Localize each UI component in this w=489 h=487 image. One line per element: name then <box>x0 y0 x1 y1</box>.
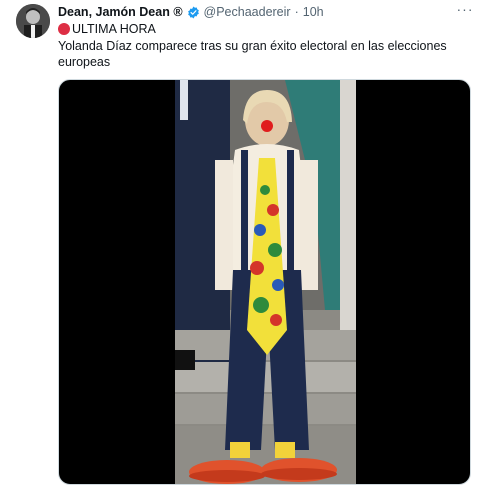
tweet-media[interactable] <box>58 79 471 485</box>
tweet-card[interactable]: Dean, Jamón Dean ® @Pechaadereir · 10h ·… <box>0 0 489 487</box>
author-handle[interactable]: @Pechaadereir <box>204 5 291 19</box>
separator-dot: · <box>294 5 299 19</box>
avatar[interactable] <box>16 4 50 38</box>
headline-text: ULTIMA HORA <box>72 22 156 36</box>
red-circle-emoji-icon <box>58 23 70 35</box>
tweet-header: Dean, Jamón Dean ® @Pechaadereir · 10h <box>58 4 324 20</box>
verified-badge-icon <box>187 6 200 19</box>
tweet-body-text: Yolanda Díaz comparece tras su gran éxit… <box>58 39 447 69</box>
tweet-line-headline: ULTIMA HORA <box>58 21 156 37</box>
more-icon[interactable]: ··· <box>455 2 475 20</box>
author-name[interactable]: Dean, Jamón Dean ® <box>58 5 183 19</box>
clown-photo-image[interactable] <box>175 80 356 484</box>
timestamp[interactable]: 10h <box>303 5 324 19</box>
